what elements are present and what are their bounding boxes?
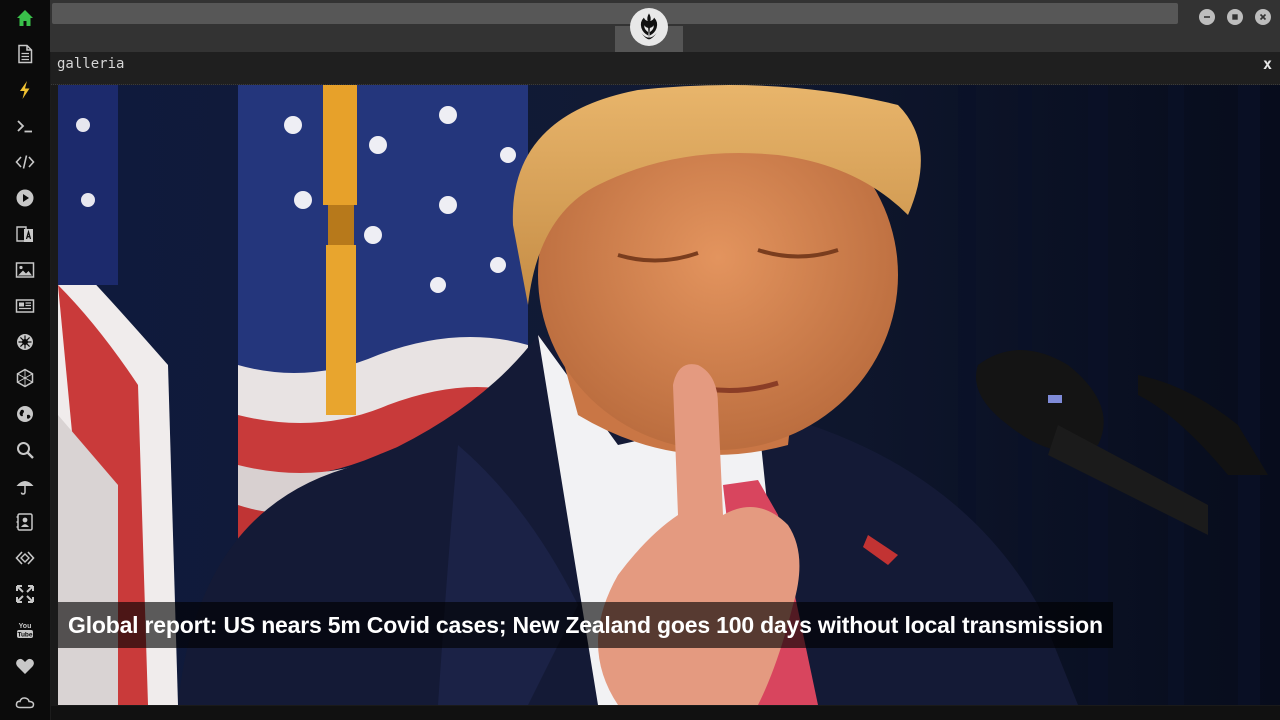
image-icon[interactable]: [13, 258, 37, 282]
svg-text:You: You: [19, 623, 32, 630]
gallery-panel: galleria x Global report: US nears 5m Co…: [51, 52, 1280, 720]
terminal-icon[interactable]: [13, 114, 37, 138]
search-icon[interactable]: [13, 438, 37, 462]
diamond-code-icon[interactable]: [13, 546, 37, 570]
panel-footer: [51, 706, 1280, 720]
newspaper-icon[interactable]: [13, 294, 37, 318]
globe-icon[interactable]: [13, 402, 37, 426]
maximize-button[interactable]: [1227, 9, 1243, 25]
cloud-icon[interactable]: [13, 690, 37, 714]
contact-card-icon[interactable]: [13, 510, 37, 534]
umbrella-icon[interactable]: [13, 474, 37, 498]
home-icon[interactable]: [13, 6, 37, 30]
top-bar: [50, 0, 1280, 52]
panel-close-button[interactable]: x: [1263, 55, 1272, 73]
lightning-icon[interactable]: [13, 78, 37, 102]
rebel-alliance-logo[interactable]: [630, 8, 668, 46]
panel-header: galleria x: [51, 52, 1280, 85]
sidebar: You Tube: [0, 0, 51, 720]
helm-icon[interactable]: [13, 330, 37, 354]
minimize-button[interactable]: [1199, 9, 1215, 25]
youtube-icon[interactable]: You Tube: [13, 618, 37, 642]
panel-title: galleria: [57, 56, 125, 72]
document-icon[interactable]: [13, 42, 37, 66]
svg-text:Tube: Tube: [17, 631, 32, 638]
image-caption: Global report: US nears 5m Covid cases; …: [58, 602, 1113, 648]
translate-icon[interactable]: [13, 222, 37, 246]
play-icon[interactable]: [13, 186, 37, 210]
expand-icon[interactable]: [13, 582, 37, 606]
code-icon[interactable]: [13, 150, 37, 174]
heart-icon[interactable]: [13, 654, 37, 678]
hexagon-icon[interactable]: [13, 366, 37, 390]
close-window-button[interactable]: [1255, 9, 1271, 25]
address-bar[interactable]: [52, 3, 1178, 24]
